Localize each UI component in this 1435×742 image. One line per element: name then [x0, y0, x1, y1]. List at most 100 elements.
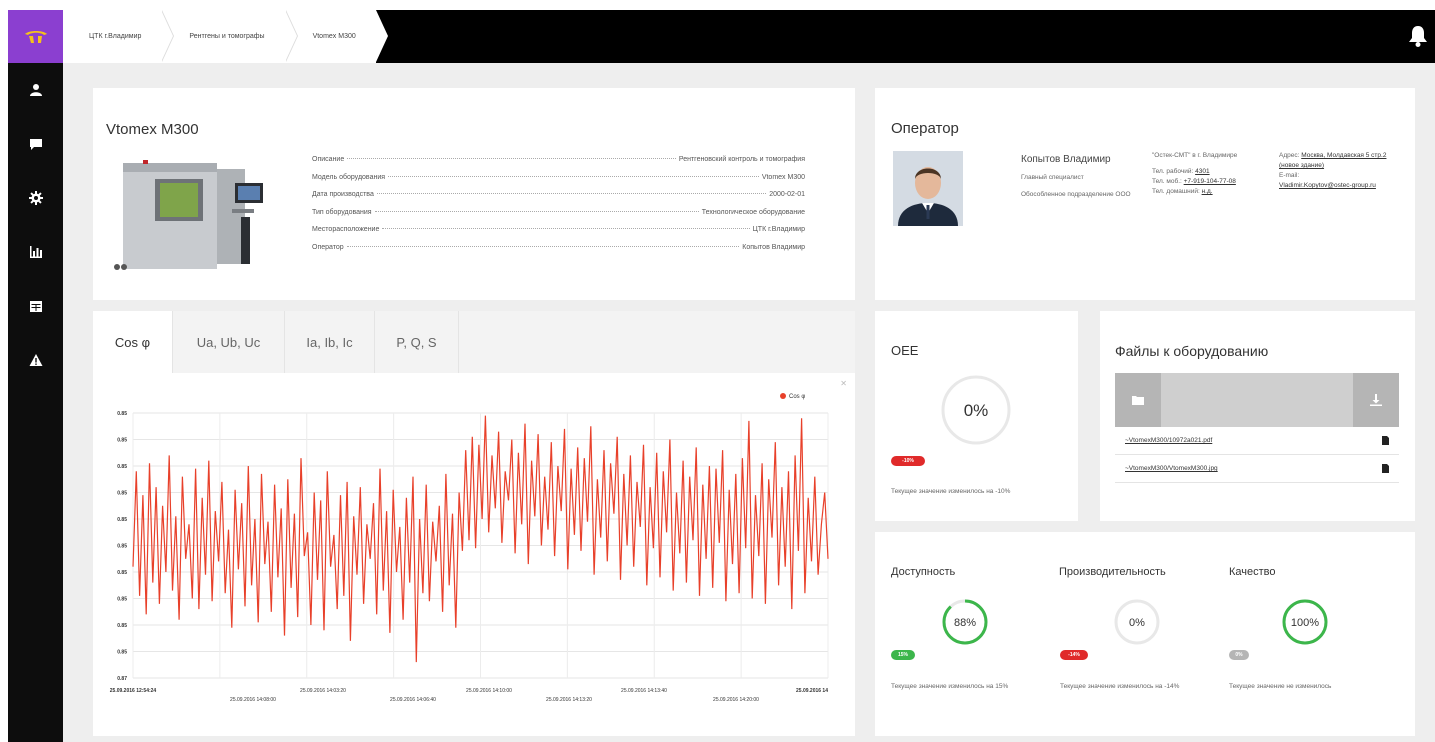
operator-contacts: "Остек-СМТ" в г. Владимире Тел. рабочий:…	[1152, 151, 1262, 197]
file-icon	[1382, 436, 1389, 445]
files-card: Файлы к оборудованию ~VtomexM300/10972a0…	[1100, 311, 1415, 521]
file-row[interactable]: ~VtomexM300/VtomexM300.jpg	[1115, 455, 1399, 483]
tab-power[interactable]: P, Q, S	[375, 311, 459, 373]
y-tick-label: 0.87	[117, 676, 127, 682]
x-tick-label: 25.09.2016 14:20:00	[713, 697, 759, 703]
tab-cos-phi[interactable]: Cos φ	[93, 311, 173, 373]
top-bar: ЦТК г.Владимир Рентгены и томографы Vtom…	[63, 10, 1435, 63]
breadcrumb-item[interactable]: Vtomex M300	[284, 10, 388, 63]
chart-card: Cos φ Ua, Ub, Uc Ia, Ib, Ic P, Q, S ✕ 0.…	[93, 311, 855, 736]
gear-icon	[28, 191, 43, 205]
equipment-specs: Описание Рентгеновский контроль и томогра…	[312, 156, 805, 261]
spec-value: 2000-02-01	[769, 191, 805, 198]
x-tick-label: 25.09.2016 14:08:00	[230, 697, 276, 703]
dot-leader	[382, 228, 750, 229]
logo-icon[interactable]	[8, 10, 63, 63]
folder-icon	[1132, 396, 1144, 405]
phone-mobile-label: Тел. моб.:	[1152, 178, 1182, 185]
quality-gauge: 100%	[1282, 599, 1328, 645]
breadcrumb-item[interactable]: Рентгены и томографы	[161, 10, 298, 63]
sidebar-item-alerts[interactable]	[8, 333, 63, 387]
tab-current[interactable]: Ia, Ib, Ic	[285, 311, 375, 373]
dot-leader	[374, 210, 699, 212]
files-title: Файлы к оборудованию	[1115, 343, 1269, 359]
y-tick-label: 0.85	[117, 544, 127, 550]
x-tick-label: 25.09.2016 14:10:00	[466, 688, 512, 694]
sidebar-item-settings[interactable]	[8, 171, 63, 225]
kpi-card: Доступность Производительность Качество …	[875, 532, 1415, 736]
operator-title: Оператор	[891, 120, 959, 137]
x-tick-label: 25.09.2016 14:03:20	[300, 688, 346, 694]
quality-value: 100%	[1291, 617, 1319, 629]
performance-note: Текущее значение изменилось на -14%	[1060, 683, 1180, 690]
operator-address: Адрес: Москва, Молдавская 5 стр.2 (новое…	[1279, 151, 1389, 191]
email-row: Vladimir.Kopytov@ostec-group.ru	[1279, 181, 1389, 191]
tab-voltage[interactable]: Ua, Ub, Uc	[173, 311, 285, 373]
operator-role: Главный специалист	[1021, 174, 1084, 181]
spec-row: Тип оборудования Технологическое оборудов…	[312, 209, 805, 227]
x-tick-label: 25.09.2016 14	[796, 688, 828, 694]
phone-home-link[interactable]: н.д.	[1202, 188, 1213, 195]
breadcrumb-item[interactable]: ЦТК г.Владимир	[63, 10, 175, 63]
operator-org: "Остек-СМТ" в г. Владимире	[1152, 152, 1238, 159]
main-content: Vtomex M300 Описание Рентгеновский контро…	[63, 63, 1435, 742]
spec-row: Модель оборудования Vtomex M300	[312, 174, 805, 192]
phone-mobile-link[interactable]: +7-919-104-77-08	[1184, 178, 1236, 185]
file-link[interactable]: ~VtomexM300/VtomexM300.jpg	[1125, 465, 1218, 472]
spec-row: Месторасположение ЦТК г.Владимир	[312, 226, 805, 244]
operator-card: Оператор Копытов Владимир Главный специа…	[875, 88, 1415, 300]
sidebar	[8, 10, 63, 742]
sidebar-item-user[interactable]	[8, 63, 63, 117]
oee-note: Текущее значение изменилось на -10%	[891, 488, 1011, 495]
phone-work-label: Тел. рабочий:	[1152, 168, 1194, 175]
spec-key: Описание	[312, 156, 345, 163]
availability-gauge: 88%	[942, 599, 988, 645]
dot-leader	[347, 158, 676, 159]
file-icon	[1382, 464, 1389, 473]
availability-note: Текущее значение изменилось на 15%	[891, 683, 1009, 690]
file-link[interactable]: ~VtomexM300/10972a021.pdf	[1125, 437, 1212, 444]
oee-card: OEE 0% -10% Текущее значение изменилось …	[875, 311, 1078, 521]
bell-icon[interactable]	[1407, 24, 1429, 48]
availability-value: 88%	[954, 617, 976, 629]
spec-value: Vtomex M300	[761, 173, 805, 181]
spec-value: Копытов Владимир	[742, 243, 805, 251]
oee-badge: -10%	[891, 456, 925, 466]
chart-tabs: Cos φ Ua, Ub, Uc Ia, Ib, Ic P, Q, S	[93, 311, 855, 373]
sidebar-item-calendar[interactable]	[8, 279, 63, 333]
operator-avatar	[893, 151, 963, 226]
download-button[interactable]	[1353, 373, 1399, 427]
spec-row: Дата производства 2000-02-01	[312, 191, 805, 209]
spec-value: Технологическое оборудование	[701, 208, 805, 216]
sidebar-item-reports[interactable]	[8, 225, 63, 279]
y-tick-label: 0.85	[117, 411, 127, 417]
sidebar-item-chat[interactable]	[8, 117, 63, 171]
spec-value: Рентгеновский контроль и томография	[678, 156, 805, 163]
user-icon	[29, 84, 42, 96]
breadcrumb: ЦТК г.Владимир Рентгены и томографы Vtom…	[63, 10, 388, 63]
chat-icon	[29, 139, 42, 150]
folder-button[interactable]	[1115, 373, 1161, 427]
x-tick-label: 25.09.2016 14:13:40	[621, 688, 667, 694]
y-tick-label: 0.85	[117, 650, 127, 656]
equipment-card: Vtomex M300 Описание Рентгеновский контро…	[93, 88, 855, 300]
files-toolbar	[1115, 373, 1399, 427]
calendar-icon	[29, 301, 42, 312]
phone-work-row: Тел. рабочий: 4301	[1152, 167, 1262, 177]
kpi-title-performance: Производительность	[1059, 566, 1166, 578]
warning-icon	[29, 354, 42, 366]
spec-key: Месторасположение	[312, 226, 380, 233]
legend-label: Cos φ	[789, 394, 805, 400]
phone-work-link[interactable]: 4301	[1195, 168, 1209, 175]
file-row[interactable]: ~VtomexM300/10972a021.pdf	[1115, 427, 1399, 455]
y-tick-label: 0.85	[117, 597, 127, 603]
download-icon	[1370, 394, 1382, 406]
equipment-image	[106, 151, 298, 277]
y-tick-label: 0.85	[117, 623, 127, 629]
email-link[interactable]: Vladimir.Kopytov@ostec-group.ru	[1279, 182, 1376, 189]
legend-marker	[780, 393, 786, 399]
phone-home-label: Тел. домашний:	[1152, 188, 1200, 195]
address-label: Адрес:	[1279, 152, 1300, 159]
oee-gauge: 0%	[941, 375, 1011, 445]
phone-mobile-row: Тел. моб.: +7-919-104-77-08	[1152, 177, 1262, 187]
